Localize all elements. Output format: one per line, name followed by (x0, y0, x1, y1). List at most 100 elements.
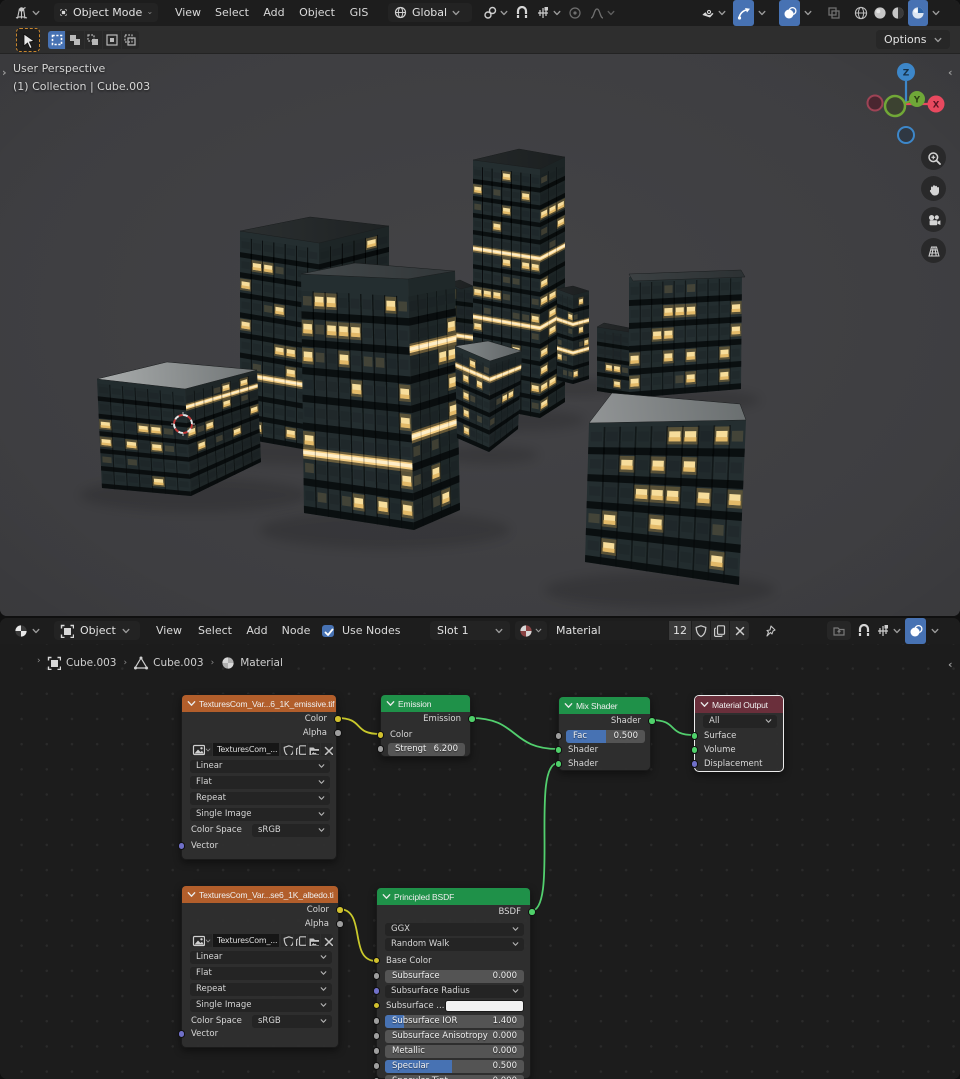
slider-subsurface-ior[interactable]: Subsurface IOR1.400 (385, 1015, 524, 1028)
snapping-options-button[interactable] (533, 0, 563, 26)
socket-out-emission[interactable] (468, 715, 476, 723)
socket-out-bsdf[interactable] (528, 908, 536, 916)
pan-hand-button[interactable] (921, 176, 946, 201)
socket-in-color[interactable] (377, 731, 385, 739)
pin-button[interactable] (760, 618, 780, 644)
socket-in-surface[interactable] (691, 732, 699, 740)
node-sidebar-toggle-chevron[interactable]: ‹ (948, 658, 953, 671)
subsurface-color-swatch[interactable] (445, 1000, 524, 1012)
select-single-image[interactable]: Single Image (190, 808, 330, 821)
select-repeat[interactable]: Repeat (190, 792, 330, 805)
node-link[interactable] (337, 718, 380, 734)
node-menu-node[interactable]: Node (276, 618, 316, 644)
zoom-button[interactable] (921, 145, 946, 170)
fake-user-button[interactable] (692, 621, 710, 640)
select-linear[interactable]: Linear (190, 760, 330, 773)
select-subsurface-radius[interactable]: Subsurface Radius (385, 985, 524, 998)
toolbar-toggle-chevron[interactable]: › (2, 66, 7, 79)
node-menu-view[interactable]: View (150, 618, 188, 644)
socket-in-metallic[interactable] (373, 1047, 381, 1055)
slider-metallic[interactable]: Metallic0.000 (385, 1045, 524, 1058)
socket-in-specular[interactable] (373, 1062, 381, 1070)
axis-z-neg[interactable] (898, 127, 914, 143)
gizmos-dropdown-chevron[interactable] (756, 0, 768, 26)
node-mix-shader[interactable]: Mix ShaderShaderFac0.500ShaderShader (558, 696, 651, 771)
node-overlays-button[interactable] (905, 618, 926, 644)
select-all[interactable]: All (703, 715, 777, 728)
socket-in-subsurface-ior[interactable] (373, 1017, 381, 1025)
go-parent-button[interactable] (827, 621, 851, 640)
node-link[interactable] (339, 909, 376, 961)
axis-x-neg[interactable] (868, 96, 883, 111)
slider-fac[interactable]: Fac0.500 (566, 730, 645, 743)
object-visibility-button[interactable] (698, 0, 728, 26)
material-users-count[interactable]: 12 (669, 621, 691, 640)
node-principled-bsdf[interactable]: Principled BSDFBSDFGGXRandom WalkBase Co… (376, 887, 531, 1079)
node-link[interactable] (651, 720, 694, 735)
menu-select[interactable]: Select (208, 0, 256, 26)
material-name-field[interactable]: Material (549, 621, 668, 640)
node-menu-add[interactable]: Add (242, 618, 272, 644)
socket-in-vector[interactable] (178, 1030, 186, 1038)
node-header[interactable]: Mix Shader (559, 697, 650, 714)
socket-in-volume[interactable] (691, 746, 699, 754)
socket-in-subsurface[interactable] (373, 972, 381, 980)
node-snap-options-button[interactable] (874, 618, 902, 644)
image-unpack-button[interactable] (308, 934, 320, 947)
pivot-point-button[interactable] (479, 0, 511, 26)
editor-type-button[interactable] (8, 618, 46, 644)
editor-type-button[interactable] (8, 0, 46, 26)
orthographic-grid-button[interactable] (921, 238, 946, 263)
select-mode-extend[interactable] (66, 31, 83, 49)
select-mode-subtract[interactable] (85, 31, 102, 49)
image-unlink-button[interactable] (321, 743, 333, 756)
gizmos-toggle-button[interactable] (733, 0, 754, 26)
axis-z[interactable]: Z (897, 63, 915, 81)
overlays-toggle-button[interactable] (779, 0, 800, 26)
slider-specular[interactable]: Specular0.500 (385, 1060, 524, 1073)
socket-in-shader[interactable] (555, 760, 563, 768)
node-emission[interactable]: EmissionEmissionColorStrengt6.200 (380, 694, 471, 757)
new-material-button[interactable] (711, 621, 729, 640)
image-fake-user-button[interactable] (281, 743, 293, 756)
unlink-material-button[interactable] (730, 621, 749, 640)
image-unpack-button[interactable] (308, 743, 320, 756)
image-fake-user-button[interactable] (281, 934, 293, 947)
node-tex-emissive[interactable]: TexturesCom_Var...6_1K_emissive.tifColor… (181, 694, 337, 860)
shading-rendered-button[interactable] (908, 0, 928, 26)
node-header[interactable]: Emission (381, 695, 470, 712)
menu-object[interactable]: Object (292, 0, 342, 26)
xray-toggle-button[interactable] (824, 0, 844, 26)
shading-material-button[interactable] (889, 0, 907, 26)
select-flat[interactable]: Flat (190, 776, 330, 789)
node-header[interactable]: TexturesCom_Var...6_1K_emissive.tif (182, 695, 336, 712)
select-mode-intersect[interactable] (122, 31, 139, 49)
breadcrumb-item-0[interactable]: Cube.003 (47, 656, 117, 670)
shading-solid-button[interactable] (871, 0, 889, 26)
socket-in-vector[interactable] (178, 842, 186, 850)
snap-toggle-button[interactable] (513, 0, 531, 26)
mode-selector[interactable]: Object Mode (54, 3, 158, 22)
node-tex-albedo[interactable]: TexturesCom_Var...se6_1K_albedo.tiColorA… (181, 885, 339, 1048)
use-nodes-checkbox[interactable] (322, 625, 334, 637)
socket-out-alpha[interactable] (334, 729, 342, 737)
node-material-output[interactable]: Material OutputAllSurfaceVolumeDisplacem… (694, 695, 784, 772)
slider-subsurface-anisotropy[interactable]: Subsurface Anisotropy0.000 (385, 1030, 524, 1043)
select-srgb[interactable]: sRGB (252, 824, 330, 837)
select-ggx[interactable]: GGX (385, 923, 524, 936)
proportional-editing-button[interactable] (566, 0, 584, 26)
socket-out-alpha[interactable] (336, 920, 344, 928)
overlays-dropdown-chevron[interactable] (802, 0, 814, 26)
slider-specular-tint[interactable]: Specular Tint0.000 (385, 1075, 524, 1079)
image-name-field[interactable]: TexturesCom_... (213, 743, 279, 756)
material-browse-button[interactable] (515, 621, 547, 640)
node-header[interactable]: Material Output (695, 696, 783, 713)
image-copy-button[interactable] (294, 934, 306, 947)
image-copy-button[interactable] (294, 743, 306, 756)
node-link[interactable] (471, 718, 558, 749)
node-overlays-chevron[interactable] (929, 618, 941, 644)
options-dropdown[interactable]: Options (876, 30, 950, 49)
node-editor-canvas[interactable]: Cube.003›Cube.003›Material› ‹ TexturesCo… (0, 644, 960, 1079)
image-browse-button[interactable] (190, 934, 212, 947)
sidebar-toggle-chevron[interactable]: ‹ (948, 66, 953, 79)
